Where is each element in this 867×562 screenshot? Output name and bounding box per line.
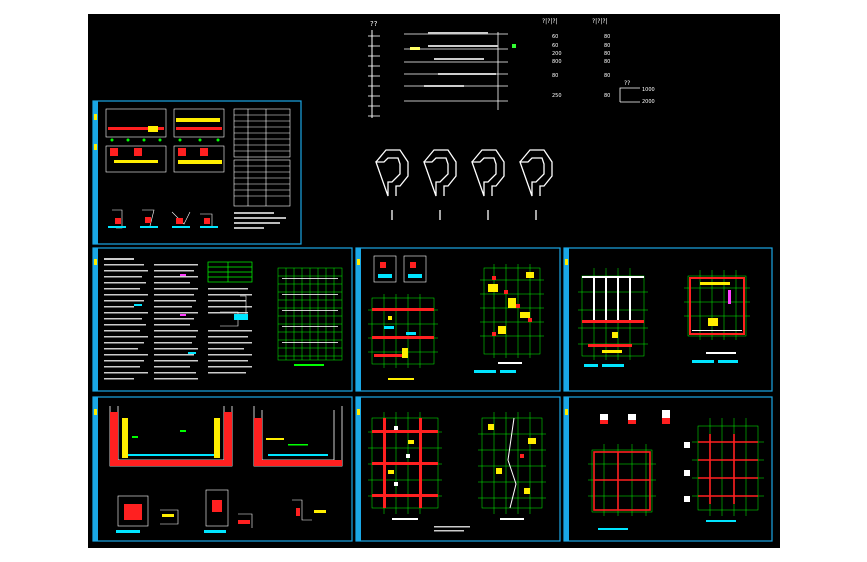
side-label: ?? <box>624 80 630 87</box>
sheet-pool-section[interactable] <box>109 406 343 533</box>
svg-text:80: 80 <box>552 73 558 79</box>
svg-text:80: 80 <box>604 93 610 99</box>
svg-text:60: 60 <box>552 34 558 40</box>
sheet-plan-3[interactable] <box>368 412 546 532</box>
sheet-frames <box>92 100 773 542</box>
svg-text:80: 80 <box>604 43 610 49</box>
model-space: ?? ?|?|?| ?|?|?| 60 60 200 800 80 250 80… <box>92 18 773 542</box>
question-glyph-3 <box>471 149 505 220</box>
sheet-frame-plan-2 <box>563 247 773 392</box>
top-legend: ?? ?|?|?| ?|?|?| 60 60 200 800 80 250 80… <box>368 18 655 118</box>
question-glyph-1 <box>375 149 409 220</box>
svg-text:80: 80 <box>604 34 610 40</box>
placeholder-glyphs <box>375 149 553 220</box>
question-glyph-2 <box>423 149 457 220</box>
svg-text:1000: 1000 <box>642 87 655 93</box>
col-head-1: ?|?|?| <box>542 18 558 25</box>
values-col-a: 60 60 200 800 80 250 <box>552 34 562 99</box>
legend-head: ?? <box>370 20 378 28</box>
sheet-index[interactable] <box>105 108 291 229</box>
sheet-general-notes[interactable] <box>104 258 343 380</box>
sheet-title-strips <box>93 101 569 541</box>
legend-text-bars <box>424 32 498 87</box>
values-col-b: 80 80 80 80 80 80 <box>604 34 610 99</box>
col-head-2: ?|?|?| <box>592 18 608 25</box>
svg-text:800: 800 <box>552 59 562 65</box>
sheet-plan-2[interactable] <box>578 268 750 367</box>
svg-text:80: 80 <box>604 51 610 57</box>
sheet-plan-4[interactable] <box>588 410 764 530</box>
question-glyph-4 <box>519 149 553 220</box>
svg-text:80: 80 <box>604 59 610 65</box>
svg-text:200: 200 <box>552 51 562 57</box>
svg-text:60: 60 <box>552 43 558 49</box>
sheet-frame-plan-3 <box>355 396 561 542</box>
legend-ticks <box>368 35 380 117</box>
svg-text:250: 250 <box>552 93 562 99</box>
sheet-plan-1[interactable] <box>368 255 544 380</box>
legend-rows <box>404 32 508 110</box>
cad-drawing-canvas[interactable]: ?? ?|?|?| ?|?|?| 60 60 200 800 80 250 80… <box>88 14 780 548</box>
svg-text:2000: 2000 <box>642 99 655 105</box>
svg-text:80: 80 <box>604 73 610 79</box>
grid-plan <box>277 267 343 361</box>
